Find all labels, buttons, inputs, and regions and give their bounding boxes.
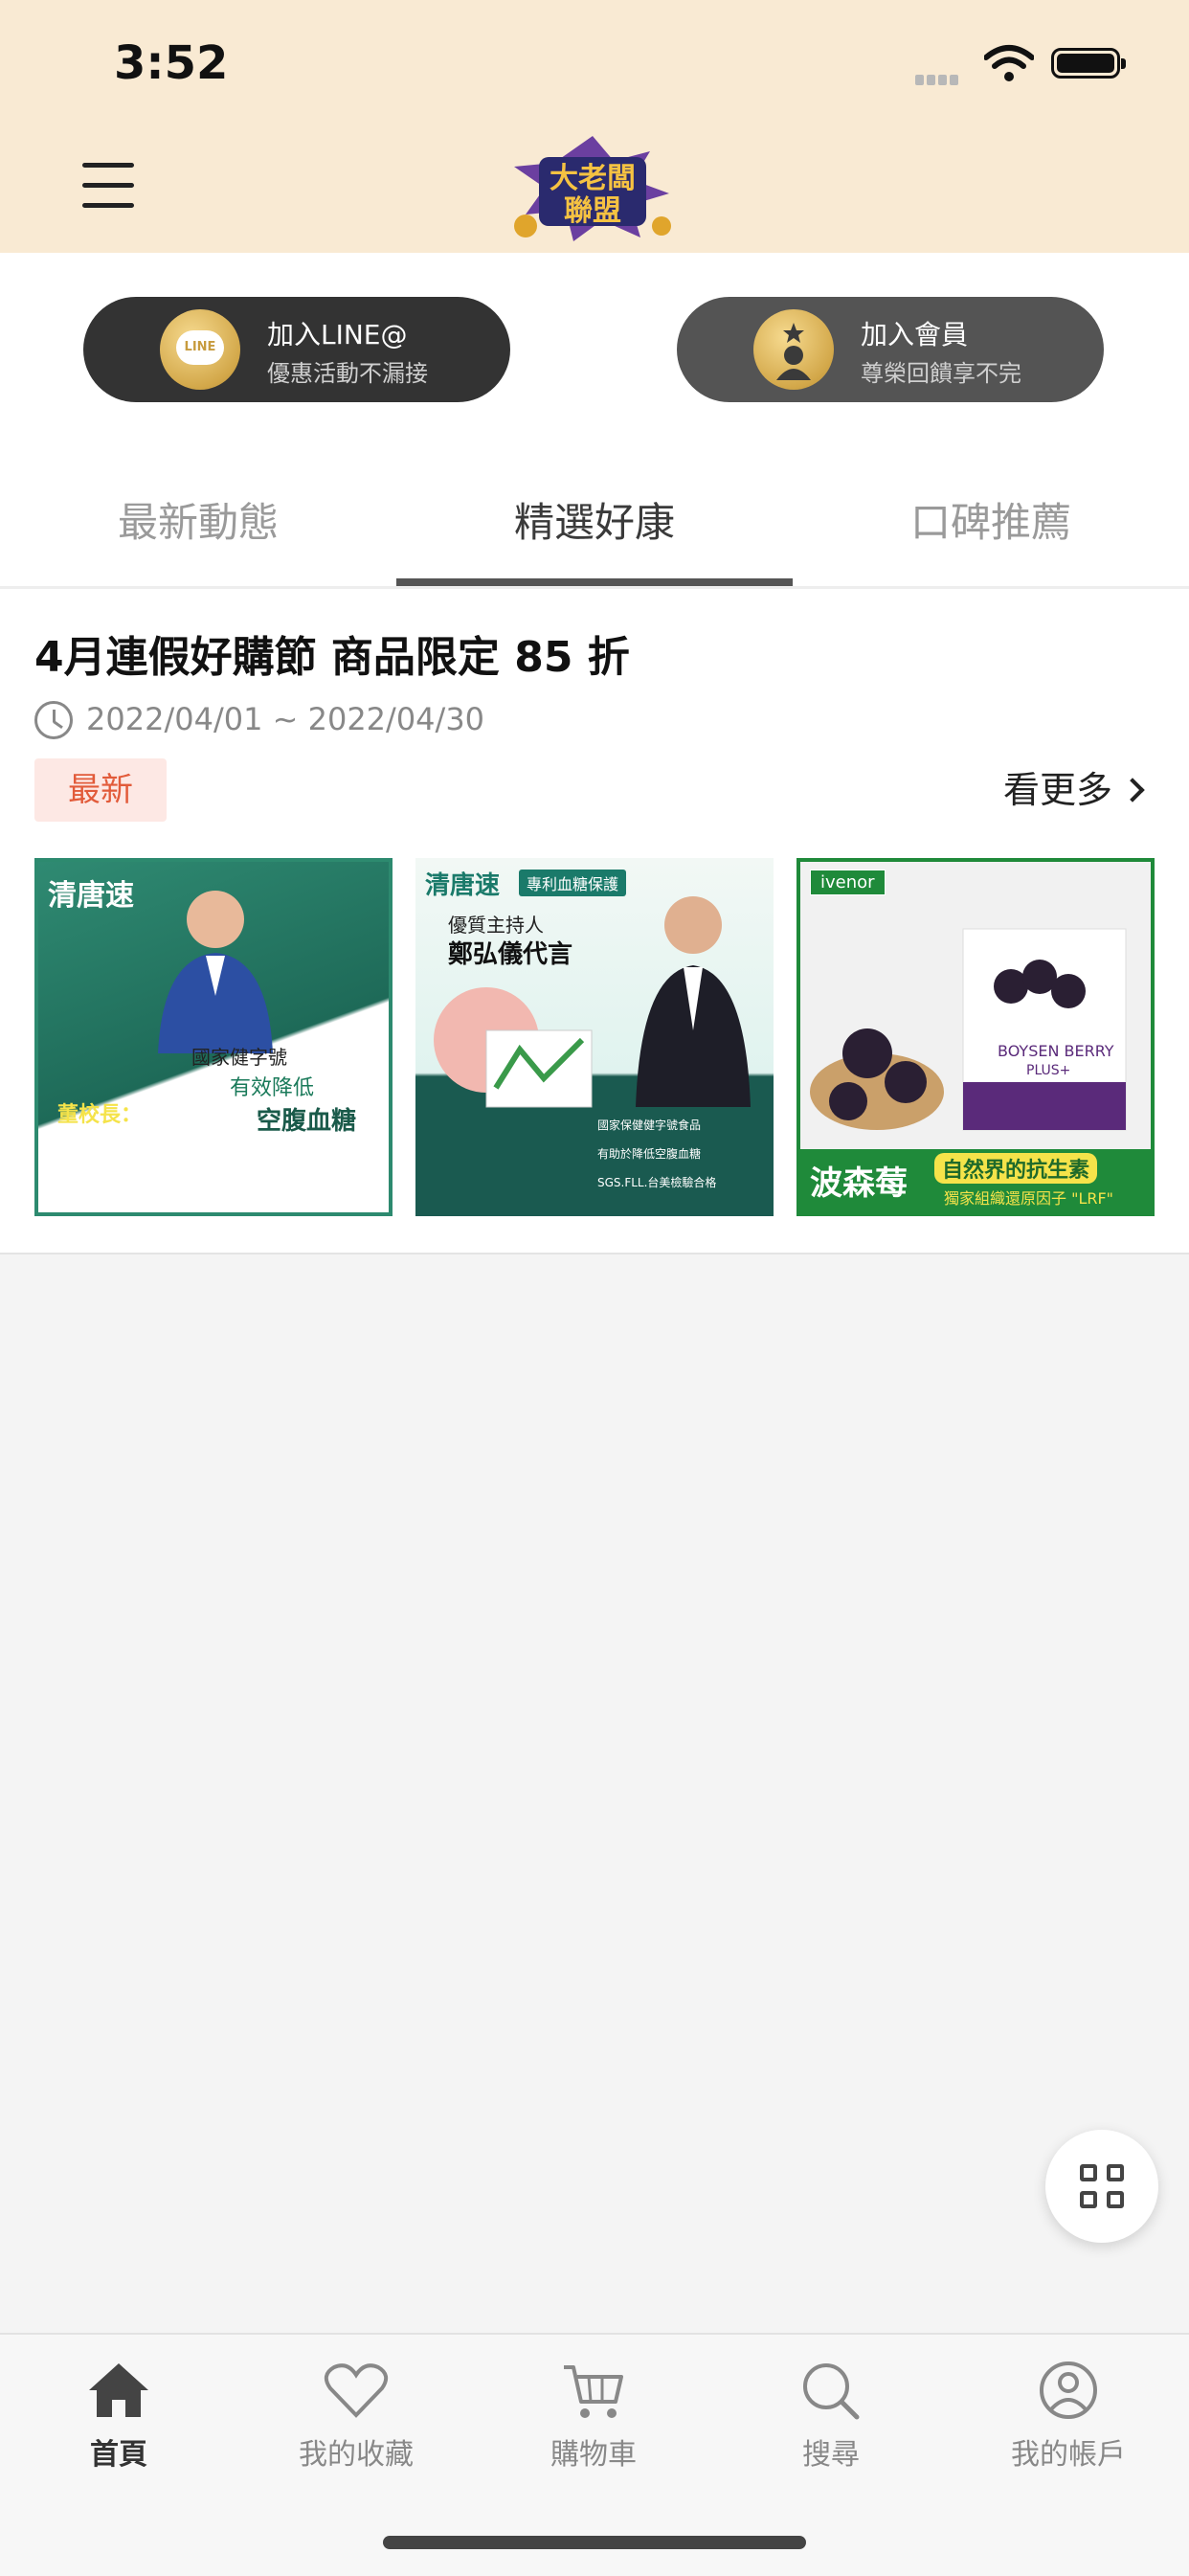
tab-reviews[interactable]: 口碑推薦 — [793, 469, 1189, 588]
join-line-title: 加入LINE@ — [267, 319, 408, 350]
svg-text:聯盟: 聯盟 — [564, 194, 621, 228]
image-text: 董校長： — [57, 1103, 143, 1127]
nav-favorites[interactable]: 我的收藏 — [237, 2360, 475, 2494]
grid-icon — [1080, 2164, 1097, 2181]
promo-title[interactable]: 4月連假好購節 商品限定 85 折 — [34, 622, 630, 684]
cart-icon — [564, 2365, 623, 2418]
image-text: 有效降低 — [230, 1076, 315, 1100]
image-text: 自然界的抗生素 — [934, 1153, 1098, 1184]
image-brand: ivenor — [810, 870, 886, 895]
image-bullet: 有助於降低空腹血糖 — [597, 1147, 702, 1161]
clock-icon — [34, 701, 73, 739]
image-bullet: SGS.FLL.台美檢驗合格 — [597, 1176, 717, 1189]
active-tab-indicator — [396, 578, 793, 586]
image-brand: 清唐速 — [425, 871, 501, 900]
join-line-button[interactable]: LINE 加入LINE@ 優惠活動不漏接 — [83, 297, 510, 402]
image-text: 糖尿病很遙遠？ — [57, 1130, 191, 1153]
nav-account[interactable]: 我的帳戶 — [950, 2360, 1187, 2494]
nav-search-label: 搜尋 — [802, 2438, 860, 2472]
image-text: 波森莓 — [810, 1164, 908, 1203]
image-text: 控制血糖 從年輕開始！ — [57, 1157, 256, 1180]
image-text: 獨家組織還原因子 "LRF" — [944, 1189, 1114, 1208]
signal-icon — [915, 71, 961, 89]
see-more-label: 看更多 — [1002, 769, 1112, 811]
tab-divider — [0, 586, 1189, 589]
tab-bar: 最新動態 精選好康 口碑推薦 — [0, 469, 1189, 588]
join-member-button[interactable]: 加入會員 尊榮回饋享不完 — [677, 297, 1104, 402]
hamburger-icon[interactable] — [82, 163, 134, 213]
nav-home[interactable]: 首頁 — [0, 2360, 237, 2494]
nav-search[interactable]: 搜尋 — [712, 2360, 950, 2494]
app-logo[interactable]: 大老闆 聯盟 — [506, 134, 679, 245]
heart-icon — [324, 2363, 389, 2418]
status-badge: 最新 — [34, 758, 167, 822]
berry-product-graphic — [810, 928, 1127, 1131]
nav-account-label: 我的帳戶 — [1011, 2438, 1126, 2472]
join-line-subtitle: 優惠活動不漏接 — [267, 360, 428, 387]
nav-favorites-label: 我的收藏 — [299, 2438, 414, 2472]
home-icon — [89, 2363, 148, 2417]
spokesperson-figure — [636, 896, 751, 1107]
nav-home-label: 首頁 — [90, 2438, 147, 2472]
image-bullet: 國家保健健字號食品 — [597, 1119, 702, 1132]
tab-featured[interactable]: 精選好康 — [396, 469, 793, 588]
image-text: PLUS+ — [1026, 1063, 1071, 1078]
promo-date: 2022/04/01 ~ 2022/04/30 — [86, 701, 485, 737]
product-box-graphic — [434, 987, 593, 1108]
product-image-3[interactable]: ivenor BOYSEN BERRY PLUS+ 波森莓 自然界的抗生素 獨家… — [796, 858, 1155, 1216]
spokesperson-figure — [158, 891, 273, 1053]
search-icon — [803, 2363, 860, 2420]
image-text: 國家健字號 — [191, 1046, 287, 1069]
home-indicator — [383, 2536, 806, 2549]
tab-latest[interactable]: 最新動態 — [0, 469, 396, 588]
image-brand: 清唐速 — [48, 879, 134, 913]
nav-cart[interactable]: 購物車 — [475, 2360, 712, 2494]
join-member-title: 加入會員 — [861, 319, 969, 350]
chevron-right-icon — [1120, 777, 1145, 802]
image-text: 鄭弘儀代言 — [448, 940, 573, 969]
member-icon — [753, 309, 834, 390]
product-image-2[interactable]: 清唐速 專利血糖保護 優質主持人 鄭弘儀代言 國家保健健字號食品 有助於降低空腹… — [415, 858, 774, 1216]
svg-text:大老闆: 大老闆 — [550, 162, 636, 195]
product-image-1[interactable]: 清唐速 國家健字號 有效降低 空腹血糖 董校長： 糖尿病很遙遠？ 控制血糖 從年… — [34, 858, 393, 1216]
wifi-icon — [984, 45, 1034, 81]
image-text: 優質主持人 — [448, 914, 544, 937]
header: 3:52 大老闆 聯盟 — [0, 0, 1189, 253]
line-icon: LINE — [160, 309, 240, 390]
battery-icon — [1051, 48, 1126, 79]
see-more-link[interactable]: 看更多 — [1002, 760, 1145, 813]
status-time: 3:52 — [114, 36, 229, 90]
image-text: BOYSEN BERRY — [998, 1042, 1114, 1060]
account-icon — [1040, 2361, 1097, 2419]
content-panel: LINE 加入LINE@ 優惠活動不漏接 加入會員 尊榮回饋享不完 最新動態 精… — [0, 253, 1189, 1254]
join-member-subtitle: 尊榮回饋享不完 — [861, 360, 1021, 387]
image-text: 空腹血糖 — [257, 1107, 357, 1136]
grid-menu-button[interactable] — [1045, 2130, 1158, 2243]
nav-cart-label: 購物車 — [550, 2438, 637, 2472]
